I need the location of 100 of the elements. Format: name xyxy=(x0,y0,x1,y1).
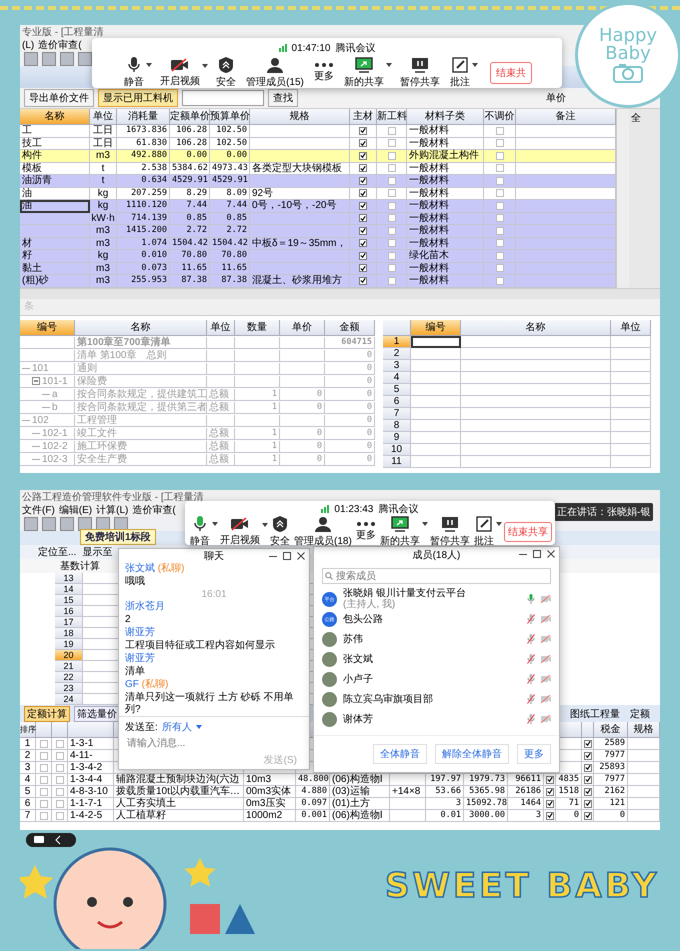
checkbox[interactable] xyxy=(359,139,367,148)
collapse-icon[interactable] xyxy=(32,377,40,386)
maximize-icon[interactable] xyxy=(283,552,291,560)
table-cell[interactable] xyxy=(411,456,461,468)
column-header[interactable]: 税金 xyxy=(594,722,628,738)
checkbox[interactable] xyxy=(584,764,592,772)
column-header[interactable]: 规格 xyxy=(250,109,350,125)
column-header[interactable]: 规格 xyxy=(628,722,660,738)
caret-icon[interactable] xyxy=(262,523,268,527)
checkbox[interactable] xyxy=(40,740,48,748)
row-number[interactable]: 22 xyxy=(55,672,83,683)
checkbox[interactable] xyxy=(40,776,48,784)
menu-item[interactable]: 编辑(E) xyxy=(58,503,92,517)
meeting-button[interactable]: 管理成员(15) xyxy=(244,57,306,89)
video-off-icon[interactable] xyxy=(541,695,551,703)
column-header[interactable]: 不调价 xyxy=(484,109,516,125)
menu-item[interactable]: 造价审查( xyxy=(132,503,176,517)
checkbox[interactable] xyxy=(496,252,504,260)
column-header[interactable]: 材料子类 xyxy=(407,109,484,125)
column-header[interactable]: 数量 xyxy=(235,320,280,336)
muted-microphone-icon[interactable] xyxy=(527,674,535,684)
meeting-button[interactable]: 安全 xyxy=(214,57,238,89)
scrollbar[interactable] xyxy=(20,288,660,298)
row-number[interactable]: 15 xyxy=(55,595,83,606)
meeting-button[interactable]: 更多 xyxy=(354,522,378,542)
column-header[interactable]: 单价 xyxy=(280,320,325,336)
row-number[interactable]: 24 xyxy=(55,694,83,705)
meeting-button[interactable]: 静音 xyxy=(188,516,218,548)
checkbox[interactable] xyxy=(584,812,592,820)
checkbox[interactable] xyxy=(546,812,554,820)
row-number[interactable]: 19 xyxy=(55,639,83,650)
checkbox[interactable] xyxy=(359,264,367,272)
table-cell[interactable] xyxy=(411,336,461,348)
checkbox[interactable] xyxy=(56,800,64,808)
row-number[interactable]: 8 xyxy=(383,420,411,432)
checkbox[interactable] xyxy=(546,800,554,808)
video-off-icon[interactable] xyxy=(541,595,551,603)
close-icon[interactable] xyxy=(547,550,555,558)
meeting-button[interactable]: 更多 xyxy=(312,63,336,83)
checkbox[interactable] xyxy=(40,812,48,820)
menu-item[interactable]: 造价审查( xyxy=(38,38,82,52)
tab[interactable]: 定额计算 xyxy=(24,706,70,722)
checkbox[interactable] xyxy=(496,152,504,160)
column-header[interactable]: 新工料 xyxy=(377,109,407,125)
toolbar-item[interactable]: 图纸工程量 xyxy=(570,706,620,720)
column-header[interactable]: 名称 xyxy=(20,109,90,125)
checkbox[interactable] xyxy=(359,239,367,248)
checkbox[interactable] xyxy=(496,126,504,135)
checkbox[interactable] xyxy=(40,764,48,772)
row-number[interactable]: 3 xyxy=(383,360,411,372)
checkbox[interactable] xyxy=(388,189,396,198)
column-header[interactable]: 单位 xyxy=(207,320,235,336)
checkbox[interactable] xyxy=(496,164,504,172)
checkbox[interactable] xyxy=(56,812,64,820)
menu-item[interactable]: 计算(L) xyxy=(96,503,128,517)
column-header[interactable] xyxy=(36,722,52,738)
meeting-button[interactable]: 暂停共享 xyxy=(428,516,472,548)
video-off-icon[interactable] xyxy=(541,615,551,623)
column-header[interactable]: 消耗量 xyxy=(117,109,170,125)
checkbox[interactable] xyxy=(359,189,367,198)
caret-icon[interactable] xyxy=(146,63,152,67)
checkbox[interactable] xyxy=(496,226,504,235)
row-number[interactable]: 7 xyxy=(383,408,411,420)
meeting-button[interactable]: 安全 xyxy=(268,516,292,548)
table-cell[interactable] xyxy=(411,348,461,360)
row-number[interactable]: 21 xyxy=(55,661,83,672)
column-header[interactable]: 备注 xyxy=(516,109,616,125)
checkbox[interactable] xyxy=(359,176,367,185)
checkbox[interactable] xyxy=(359,226,367,235)
toolbar-icon[interactable] xyxy=(78,52,92,66)
table-cell[interactable] xyxy=(411,396,461,408)
action-button[interactable]: 基数计算 xyxy=(60,559,100,573)
checkbox[interactable] xyxy=(584,776,592,784)
scrollbar[interactable] xyxy=(616,109,629,288)
member-action-button[interactable]: 全体静音 xyxy=(373,744,427,764)
table-cell[interactable] xyxy=(411,432,461,444)
checkbox[interactable] xyxy=(56,764,64,772)
row-number[interactable]: 16 xyxy=(55,606,83,617)
show-used-button[interactable]: 显示已用工料机 xyxy=(98,89,178,107)
muted-microphone-icon[interactable] xyxy=(527,634,535,644)
row-number[interactable]: 18 xyxy=(55,628,83,639)
checkbox[interactable] xyxy=(496,189,504,198)
row-number[interactable]: 23 xyxy=(55,683,83,694)
checkbox[interactable] xyxy=(388,126,396,135)
row-number[interactable]: 6 xyxy=(383,396,411,408)
maximize-icon[interactable] xyxy=(533,550,541,558)
checkbox[interactable] xyxy=(546,776,554,784)
checkbox[interactable] xyxy=(388,264,396,272)
close-icon[interactable] xyxy=(297,552,305,560)
checkbox[interactable] xyxy=(359,214,367,222)
row-number[interactable]: 1 xyxy=(383,336,411,348)
caret-icon[interactable] xyxy=(422,522,428,526)
video-off-icon[interactable] xyxy=(541,655,551,663)
checkbox[interactable] xyxy=(56,788,64,796)
row-number[interactable]: 9 xyxy=(383,432,411,444)
checkbox[interactable] xyxy=(584,752,592,760)
row-number[interactable]: 13 xyxy=(55,573,83,584)
caret-icon[interactable] xyxy=(386,63,392,67)
muted-microphone-icon[interactable] xyxy=(527,614,535,624)
checkbox[interactable] xyxy=(56,740,64,748)
